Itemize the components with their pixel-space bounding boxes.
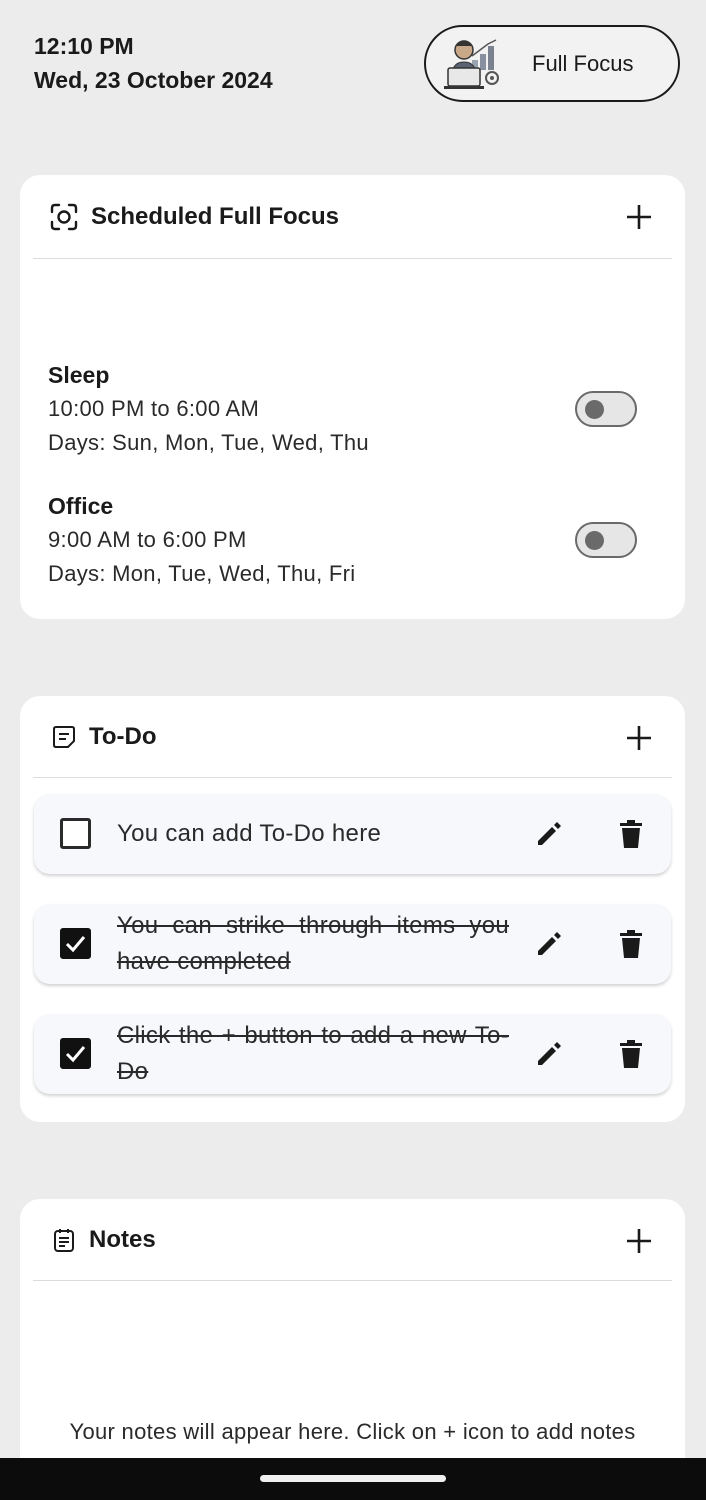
focus-target-icon (49, 202, 79, 232)
notes-card: Notes Your notes will appear here. Click… (20, 1199, 685, 1499)
notes-title: Notes (89, 1225, 156, 1253)
home-indicator[interactable] (260, 1475, 446, 1482)
delete-icon[interactable] (618, 819, 644, 849)
toggle-knob (585, 531, 604, 550)
note-icon (49, 722, 79, 752)
schedule-name: Office (48, 493, 114, 519)
todo-checkbox-checked[interactable] (60, 1038, 91, 1069)
scheduled-focus-title: Scheduled Full Focus (91, 202, 340, 230)
clock: 12:10 PM Wed, 23 October 2024 (34, 30, 273, 98)
office-toggle[interactable] (575, 522, 637, 558)
todo-text: You can strike through items you have co… (117, 912, 509, 975)
scheduled-focus-card: Scheduled Full Focus Sleep 10:00 PM to 6… (20, 175, 685, 619)
todo-header: To-Do (33, 696, 672, 778)
app-screen: 12:10 PM Wed, 23 October 2024 Full Focus (0, 0, 706, 1500)
full-focus-label: Full Focus (532, 50, 634, 76)
schedule-time: 10:00 PM to 6:00 AM (48, 396, 260, 421)
todo-title: To-Do (89, 722, 157, 750)
schedule-item-sleep[interactable]: Sleep 10:00 PM to 6:00 AM Days: Sun, Mon… (48, 358, 369, 460)
schedule-item-office[interactable]: Office 9:00 AM to 6:00 PM Days: Mon, Tue… (48, 489, 355, 591)
delete-icon[interactable] (618, 1039, 644, 1069)
check-icon (65, 936, 86, 953)
todo-item[interactable]: Click the + button to add a new To-Do (34, 1014, 671, 1094)
todo-item[interactable]: You can add To-Do here (34, 794, 671, 874)
notes-empty-message: Your notes will appear here. Click on + … (69, 1419, 636, 1444)
todo-text: Click the + button to add a new To-Do (117, 1022, 509, 1085)
check-icon (65, 1046, 86, 1063)
todo-card: To-Do You can add To-Do here You can str… (20, 696, 685, 1122)
add-schedule-icon[interactable] (624, 202, 654, 232)
scheduled-focus-header: Scheduled Full Focus (33, 175, 672, 259)
current-time: 12:10 PM (34, 33, 134, 59)
full-focus-button[interactable]: Full Focus (424, 25, 680, 102)
edit-icon[interactable] (534, 1039, 564, 1069)
add-note-icon[interactable] (624, 1226, 654, 1256)
notes-header: Notes (33, 1199, 672, 1281)
person-at-laptop-illustration (444, 38, 499, 89)
edit-icon[interactable] (534, 929, 564, 959)
system-navigation-bar (0, 1458, 706, 1500)
notes-list-icon (49, 1225, 79, 1255)
schedule-name: Sleep (48, 362, 110, 388)
schedule-days: Days: Sun, Mon, Tue, Wed, Thu (48, 430, 369, 455)
delete-icon[interactable] (618, 929, 644, 959)
schedule-days: Days: Mon, Tue, Wed, Thu, Fri (48, 561, 356, 586)
todo-item[interactable]: You can strike through items you have co… (34, 904, 671, 984)
sleep-toggle[interactable] (575, 391, 637, 427)
todo-checkbox[interactable] (60, 818, 91, 849)
add-todo-icon[interactable] (624, 723, 654, 753)
todo-text: You can add To-Do here (117, 820, 382, 847)
todo-checkbox-checked[interactable] (60, 928, 91, 959)
current-date: Wed, 23 October 2024 (34, 67, 273, 93)
schedule-time: 9:00 AM to 6:00 PM (48, 527, 247, 552)
edit-icon[interactable] (534, 819, 564, 849)
toggle-knob (585, 400, 604, 419)
